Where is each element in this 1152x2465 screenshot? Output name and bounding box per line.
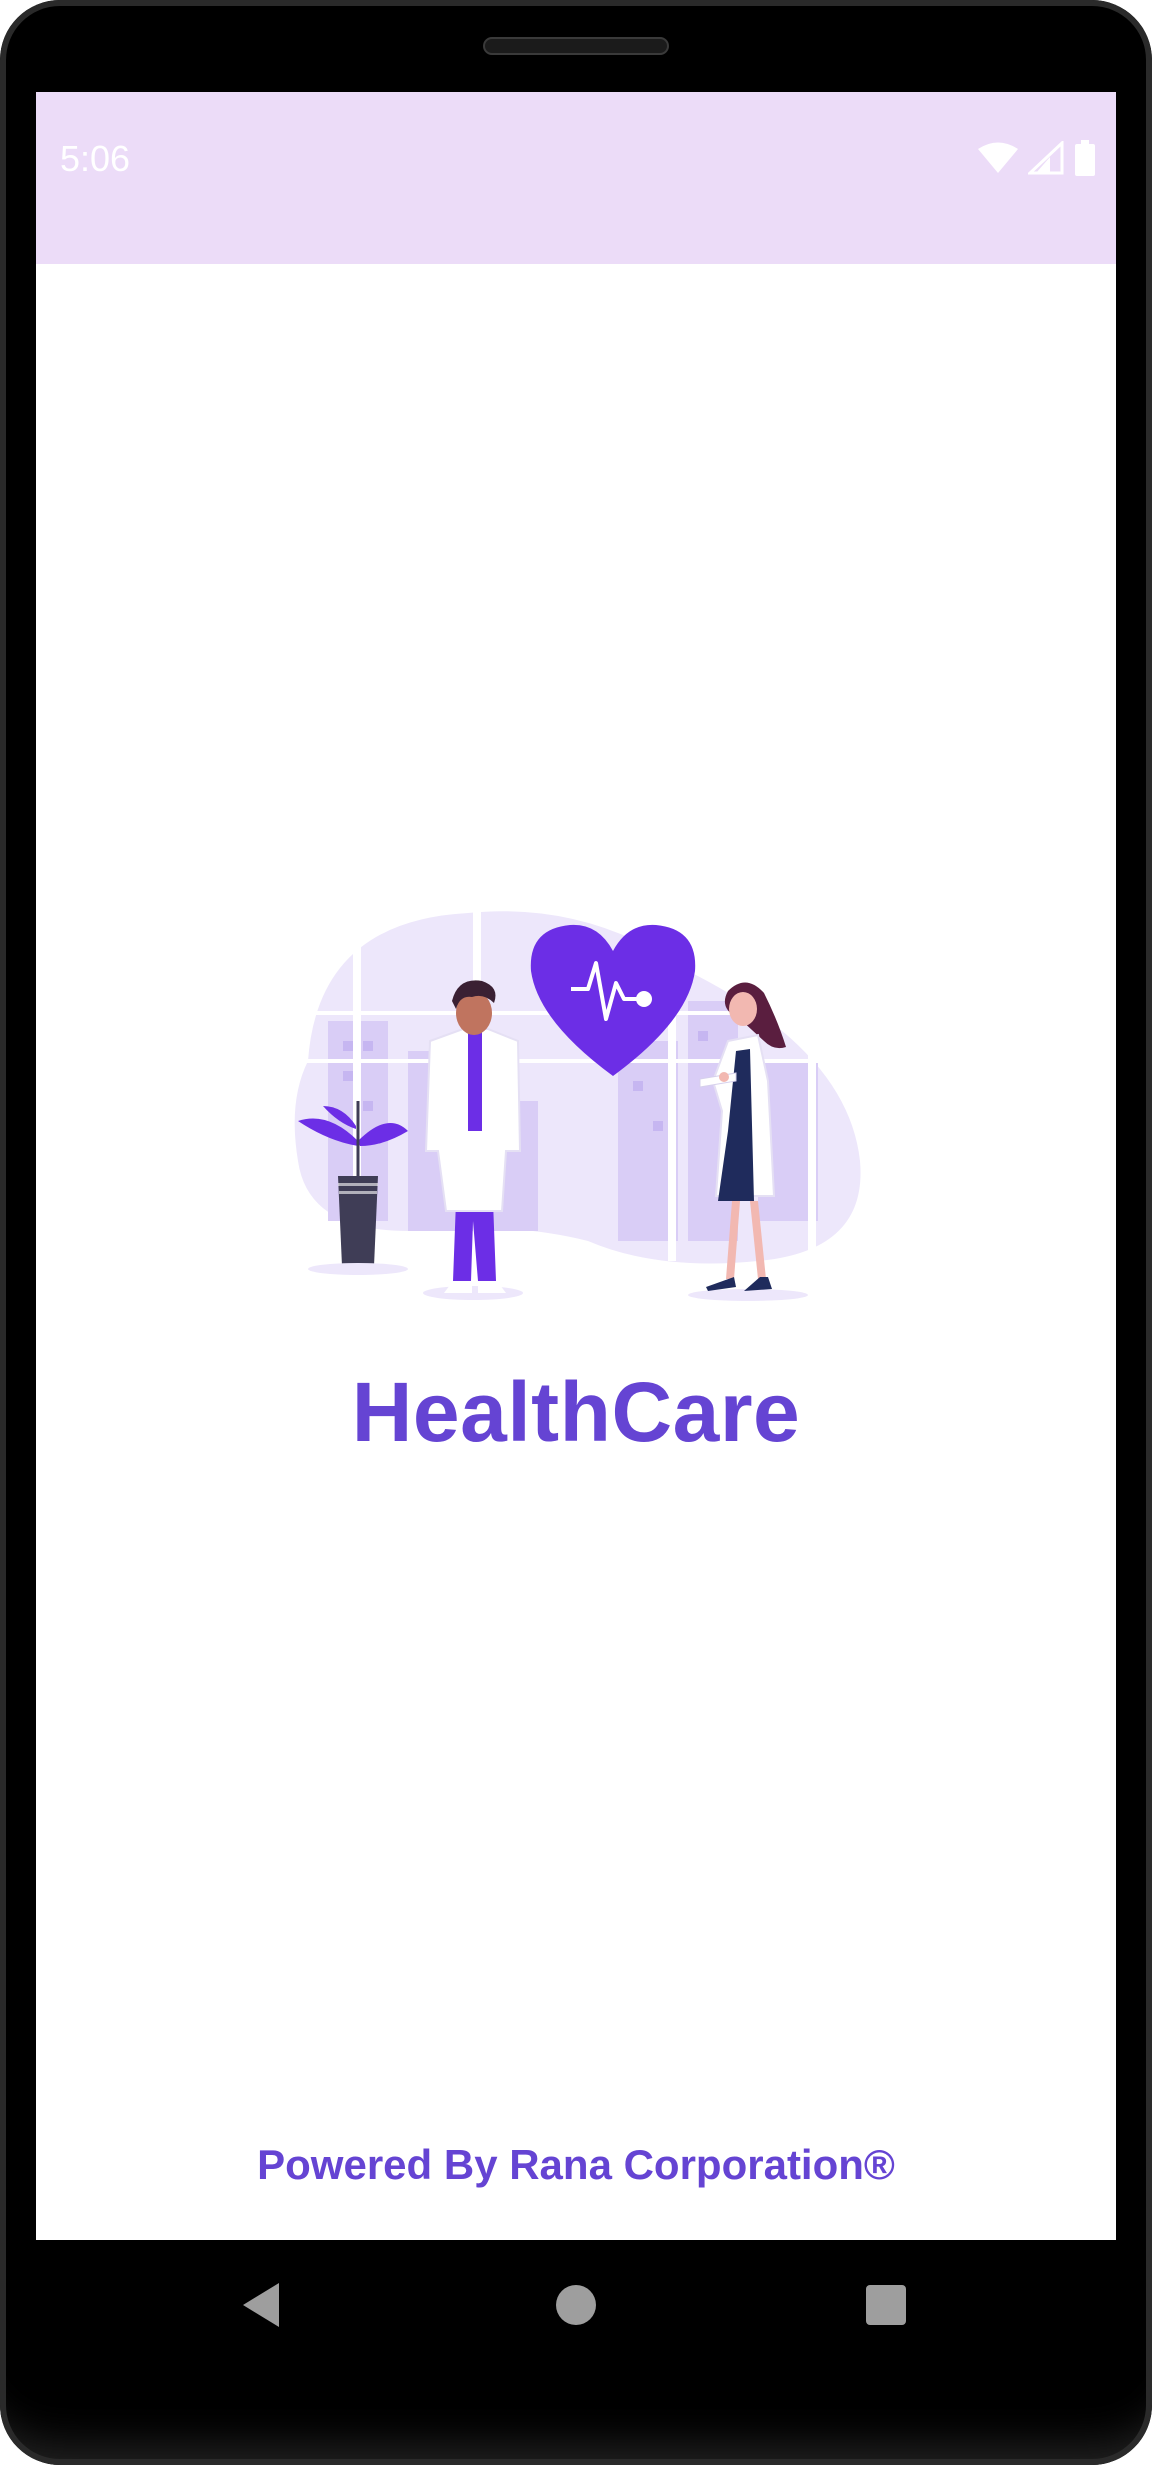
system-navigation-bar [36,2240,1116,2375]
phone-frame: 5:06 HealthCare Powered By Rana Corporat… [0,0,1152,2465]
back-button[interactable] [226,2270,296,2340]
home-icon [556,2285,596,2325]
home-button[interactable] [541,2270,611,2340]
app-title: HealthCare [351,1365,801,1459]
app-screen: 5:06 HealthCare Powered By Rana Corporat… [36,92,1116,2240]
signal-icon [1028,141,1064,175]
splash-content: HealthCare Powered By Rana Corporation® [36,264,1116,2240]
battery-icon [1075,140,1095,176]
powered-by-text: Powered By Rana Corporation® [257,2141,895,2188]
recents-icon [866,2285,906,2325]
back-icon [243,2283,279,2327]
status-icons [978,140,1096,176]
wifi-icon [978,142,1018,173]
status-bar: 5:06 [36,92,1116,264]
earpiece-speaker [483,37,669,55]
recents-button[interactable] [851,2270,921,2340]
doctors-heart-illustration [288,901,864,1301]
status-time: 5:06 [60,138,131,179]
